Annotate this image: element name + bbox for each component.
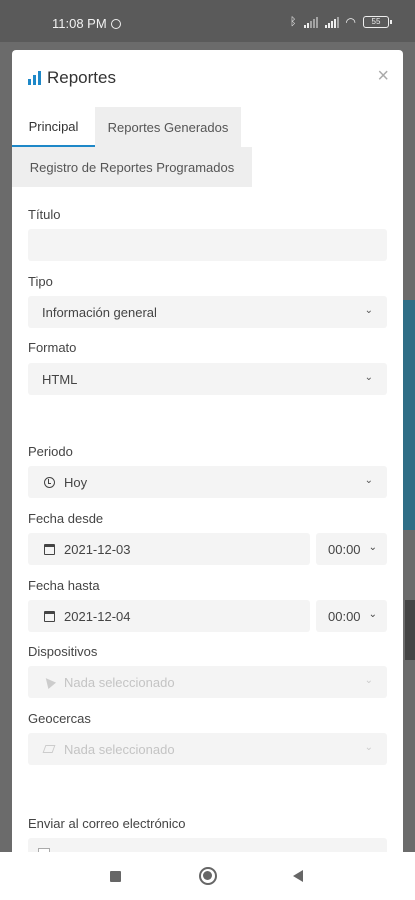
modal-header: Reportes × — [12, 50, 403, 106]
bluetooth-icon: ᛒ — [289, 16, 297, 28]
fecha-hasta-time-select[interactable]: 00:00 ⌄ — [316, 600, 387, 632]
chevron-down-icon: ⌄ — [364, 675, 373, 686]
home-button[interactable] — [199, 867, 217, 885]
background-app-strip — [401, 300, 415, 530]
modal-title: Reportes — [28, 68, 116, 88]
periodo-select[interactable]: Hoy ⌄ — [28, 466, 387, 498]
tab-registro-programados[interactable]: Registro de Reportes Programados — [12, 147, 252, 187]
fecha-hasta-value: 2021-12-04 — [64, 608, 131, 624]
email-label: Enviar al correo electrónico — [28, 816, 186, 831]
status-bar: 11:08 PM ᛒ ◠ 55 — [0, 0, 415, 42]
geocercas-label: Geocercas — [28, 711, 91, 726]
whatsapp-icon — [110, 18, 121, 29]
geocercas-placeholder: Nada seleccionado — [64, 741, 175, 757]
fecha-desde-input[interactable]: 2021-12-03 — [28, 533, 310, 565]
close-icon[interactable]: × — [377, 66, 389, 86]
titulo-label: Título — [28, 207, 61, 222]
tab-bar: Principal Reportes Generados Registro de… — [12, 107, 403, 199]
bar-chart-icon — [28, 71, 41, 85]
tab-reportes-generados[interactable]: Reportes Generados — [95, 107, 241, 147]
geocercas-select[interactable]: Nada seleccionado ⌄ — [28, 733, 387, 765]
recent-apps-button[interactable] — [110, 871, 121, 882]
calendar-icon — [42, 610, 56, 622]
tipo-value: Información general — [42, 304, 157, 320]
chevron-down-icon: ⌄ — [368, 609, 377, 620]
formato-select[interactable]: HTML ⌄ — [28, 363, 387, 395]
signal-icon — [303, 16, 318, 28]
periodo-label: Periodo — [28, 444, 73, 459]
formato-value: HTML — [42, 371, 78, 387]
calendar-icon — [42, 543, 56, 555]
chevron-down-icon: ⌄ — [364, 742, 373, 753]
fecha-hasta-label: Fecha hasta — [28, 578, 100, 593]
polygon-icon — [42, 745, 56, 753]
formato-label: Formato — [28, 340, 77, 355]
status-icons: ᛒ ◠ 55 — [289, 15, 392, 29]
fecha-hasta-input[interactable]: 2021-12-04 — [28, 600, 310, 632]
chevron-down-icon: ⌄ — [364, 305, 373, 316]
fecha-desde-time-value: 00:00 — [328, 541, 361, 557]
status-time-group: 11:08 PM — [52, 16, 121, 31]
system-nav-bar — [0, 852, 415, 900]
modal-title-text: Reportes — [47, 68, 116, 87]
fecha-hasta-time-value: 00:00 — [328, 608, 361, 624]
fecha-desde-value: 2021-12-03 — [64, 541, 131, 557]
dispositivos-placeholder: Nada seleccionado — [64, 674, 175, 690]
background-app-strip-2 — [405, 600, 415, 660]
status-time: 11:08 PM — [52, 16, 107, 31]
back-button[interactable] — [293, 870, 303, 882]
tipo-select[interactable]: Información general ⌄ — [28, 296, 387, 328]
battery-icon: 55 — [363, 16, 392, 28]
fecha-desde-label: Fecha desde — [28, 511, 104, 526]
fecha-desde-time-select[interactable]: 00:00 ⌄ — [316, 533, 387, 565]
titulo-input[interactable] — [28, 229, 387, 261]
clock-icon — [42, 476, 56, 488]
dispositivos-select[interactable]: Nada seleccionado ⌄ — [28, 666, 387, 698]
tab-principal[interactable]: Principal — [12, 107, 95, 147]
chevron-down-icon: ⌄ — [364, 372, 373, 383]
dispositivos-label: Dispositivos — [28, 644, 98, 659]
email-input[interactable] — [28, 838, 387, 852]
tipo-label: Tipo — [28, 274, 53, 289]
wifi-icon: ◠ — [345, 15, 356, 29]
chevron-down-icon: ⌄ — [368, 542, 377, 553]
navigation-arrow-icon — [41, 674, 57, 690]
chevron-down-icon: ⌄ — [364, 475, 373, 486]
signal-icon-2 — [324, 16, 339, 28]
periodo-value: Hoy — [64, 474, 88, 490]
